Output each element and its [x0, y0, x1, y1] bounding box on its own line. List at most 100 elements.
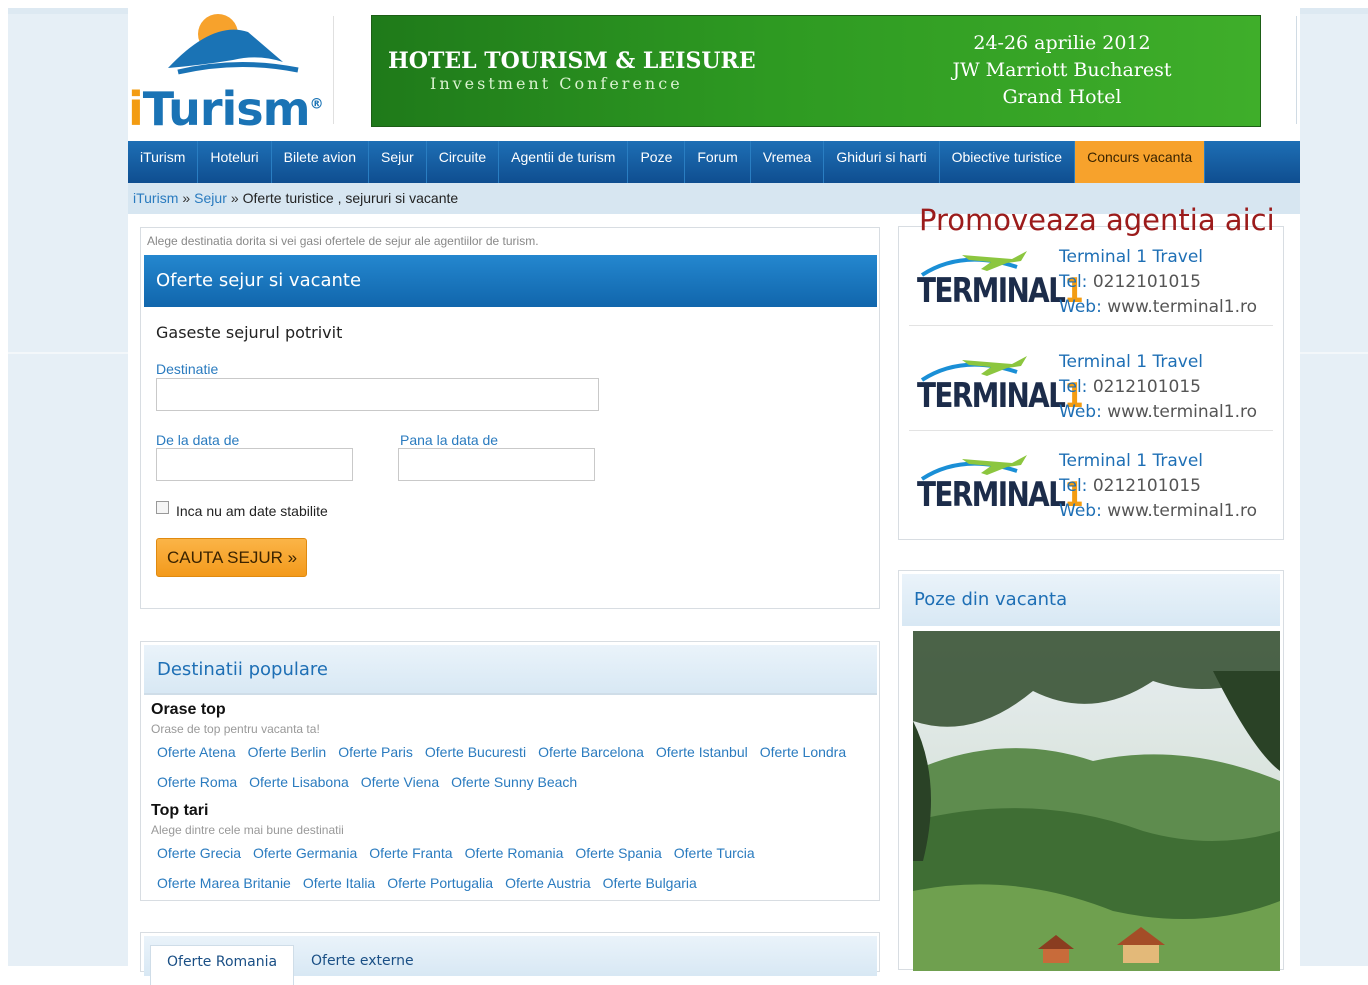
- agency-info: Terminal 1 Travel Tel: 0212101015 Web: w…: [1059, 245, 1257, 320]
- nav-item-concurs[interactable]: Concurs vacanta: [1075, 141, 1206, 183]
- popular-destinations-panel: Destinatii populare Orase top Orase de t…: [140, 641, 880, 901]
- tel-label: Tel:: [1059, 476, 1088, 496]
- logo-word: TERMINAL: [917, 376, 1066, 416]
- search-button[interactable]: CAUTA SEJUR »: [156, 538, 307, 577]
- destination-link[interactable]: Oferte Bucuresti: [425, 744, 526, 760]
- destination-link[interactable]: Oferte Londra: [760, 744, 846, 760]
- agency-ad[interactable]: TERMINAL1 Terminal 1 Travel Tel: 0212101…: [909, 431, 1273, 529]
- nav-item-vremea[interactable]: Vremea: [751, 141, 825, 183]
- agency-tel: Tel: 0212101015: [1059, 270, 1257, 295]
- destination-link[interactable]: Oferte Istanbul: [656, 744, 748, 760]
- page-background-right: [1300, 14, 1368, 966]
- destination-link[interactable]: Oferte Paris: [338, 744, 413, 760]
- search-hint: Alege destinatia dorita si vei gasi ofer…: [147, 234, 539, 248]
- destination-link[interactable]: Oferte Atena: [157, 744, 236, 760]
- terminal1-logo: TERMINAL1: [917, 354, 1084, 424]
- destination-link[interactable]: Oferte Sunny Beach: [451, 774, 577, 790]
- destination-input[interactable]: [156, 378, 599, 411]
- promo-title[interactable]: Promoveaza agentia aici: [919, 203, 1275, 237]
- nav-item-bilete-avion[interactable]: Bilete avion: [272, 141, 370, 183]
- agency-ad[interactable]: TERMINAL1 Terminal 1 Travel Tel: 0212101…: [909, 332, 1273, 431]
- destination-link[interactable]: Oferte Germania: [253, 845, 357, 861]
- nav-item-ghiduri[interactable]: Ghiduri si harti: [824, 141, 940, 183]
- top-countries-subtitle: Alege dintre cele mai bune destinatii: [151, 823, 344, 837]
- site-logo[interactable]: iTurism®: [128, 10, 332, 136]
- logo-wordmark: iTurism®: [128, 82, 324, 136]
- no-dates-checkbox[interactable]: [156, 501, 169, 514]
- top-countries-row-2: Oferte Marea Britanie Oferte Italia Ofer…: [157, 875, 697, 891]
- destination-link[interactable]: Oferte Roma: [157, 774, 237, 790]
- search-panel-header: Oferte sejur si vacante: [144, 255, 877, 307]
- logo-i: i: [128, 82, 144, 136]
- top-countries-row-1: Oferte Grecia Oferte Germania Oferte Fra…: [157, 845, 755, 861]
- banner-date: 24-26 aprilie 2012: [973, 32, 1151, 54]
- nav-item-iturism[interactable]: iTurism: [128, 141, 199, 183]
- tel-value: 0212101015: [1092, 377, 1201, 397]
- vacation-photo[interactable]: [913, 631, 1280, 971]
- nav-item-agentii[interactable]: Agentii de turism: [499, 141, 629, 183]
- conference-banner[interactable]: HOTEL TOURISM & LEISURE Investment Confe…: [371, 15, 1261, 127]
- agency-tel: Tel: 0212101015: [1059, 375, 1257, 400]
- agency-web: Web: www.terminal1.ro: [1059, 295, 1257, 320]
- tab-oferte-externe[interactable]: Oferte externe: [295, 945, 430, 985]
- agency-tel: Tel: 0212101015: [1059, 474, 1257, 499]
- banner-venue-line1: JW Marriott Bucharest: [952, 59, 1172, 81]
- nav-item-poze[interactable]: Poze: [628, 141, 686, 183]
- destination-link[interactable]: Oferte Barcelona: [538, 744, 644, 760]
- web-value: www.terminal1.ro: [1107, 402, 1258, 422]
- from-date-input[interactable]: [156, 448, 353, 481]
- destination-link[interactable]: Oferte Portugalia: [387, 875, 493, 891]
- banner-event-info: 24-26 aprilie 2012 JW Marriott Bucharest…: [912, 30, 1212, 111]
- vacation-photos-panel: Poze din vacanta: [898, 570, 1284, 971]
- destination-link[interactable]: Oferte Turcia: [674, 845, 755, 861]
- top-cities-row-2: Oferte Roma Oferte Lisabona Oferte Viena…: [157, 774, 577, 790]
- from-date-label: De la data de: [156, 432, 240, 448]
- logo-turism: Turism: [142, 82, 311, 136]
- top-cities-row-1: Oferte Atena Oferte Berlin Oferte Paris …: [157, 744, 846, 760]
- to-date-input[interactable]: [398, 448, 595, 481]
- destination-link[interactable]: Oferte Bulgaria: [603, 875, 697, 891]
- web-value: www.terminal1.ro: [1107, 501, 1258, 521]
- terminal1-wordmark: TERMINAL1: [917, 475, 1084, 515]
- tel-value: 0212101015: [1092, 476, 1201, 496]
- tel-label: Tel:: [1059, 377, 1088, 397]
- vacation-photos-header: Poze din vacanta: [902, 574, 1280, 626]
- destination-link[interactable]: Oferte Marea Britanie: [157, 875, 291, 891]
- agency-web: Web: www.terminal1.ro: [1059, 400, 1257, 425]
- to-date-label: Pana la data de: [400, 432, 499, 448]
- nav-item-sejur[interactable]: Sejur: [369, 141, 427, 183]
- destination-link[interactable]: Oferte Berlin: [248, 744, 327, 760]
- nav-item-hoteluri[interactable]: Hoteluri: [198, 141, 272, 183]
- nav-item-forum[interactable]: Forum: [685, 141, 751, 183]
- terminal1-logo: TERMINAL1: [917, 249, 1084, 319]
- top-cities-title: Orase top: [151, 701, 226, 718]
- nav-item-obiective[interactable]: Obiective turistice: [940, 141, 1076, 183]
- destination-link[interactable]: Oferte Spania: [575, 845, 661, 861]
- destination-link[interactable]: Oferte Romania: [465, 845, 564, 861]
- search-panel: Alege destinatia dorita si vei gasi ofer…: [140, 227, 880, 609]
- top-countries-title: Top tari: [151, 802, 209, 819]
- tab-oferte-romania[interactable]: Oferte Romania: [150, 945, 295, 985]
- breadcrumb-current: Oferte turistice , sejururi si vacante: [242, 190, 459, 206]
- breadcrumb-separator: »: [182, 190, 191, 206]
- logo-word: TERMINAL: [917, 475, 1066, 515]
- destination-link[interactable]: Oferte Grecia: [157, 845, 241, 861]
- logo-mountain-icon: [168, 14, 299, 75]
- nav-item-circuite[interactable]: Circuite: [427, 141, 500, 183]
- web-label: Web:: [1059, 501, 1102, 521]
- agency-name: Terminal 1 Travel: [1059, 247, 1204, 267]
- breadcrumb-home-link[interactable]: iTurism: [133, 190, 178, 206]
- page-background-left: [8, 14, 128, 966]
- destination-link[interactable]: Oferte Franta: [369, 845, 452, 861]
- destination-link[interactable]: Oferte Italia: [303, 875, 375, 891]
- destination-link[interactable]: Oferte Lisabona: [249, 774, 349, 790]
- destination-label: Destinatie: [156, 361, 219, 377]
- destination-link[interactable]: Oferte Viena: [361, 774, 439, 790]
- offers-tabs-panel: Oferte Romania Oferte externe: [140, 932, 880, 985]
- terminal1-logo: TERMINAL1: [917, 453, 1084, 523]
- web-label: Web:: [1059, 402, 1102, 422]
- banner-venue-line2: Grand Hotel: [1002, 86, 1122, 108]
- breadcrumb-sejur-link[interactable]: Sejur: [194, 190, 227, 206]
- agency-ad[interactable]: TERMINAL1 Terminal 1 Travel Tel: 0212101…: [909, 227, 1273, 326]
- destination-link[interactable]: Oferte Austria: [505, 875, 591, 891]
